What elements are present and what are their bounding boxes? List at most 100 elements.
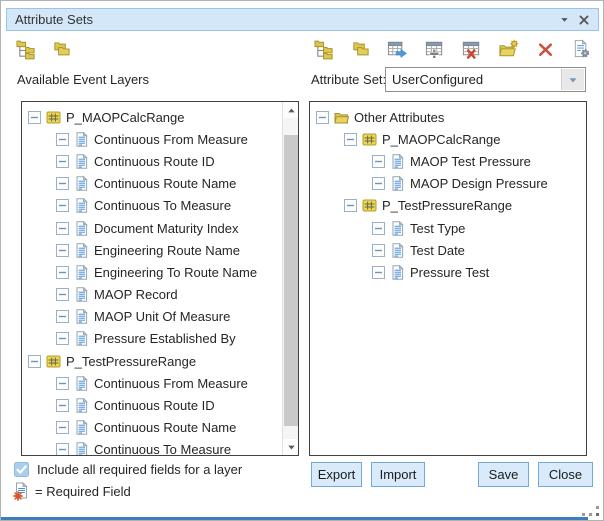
dropdown-arrow-icon[interactable] [561,69,584,90]
field-icon [390,176,405,191]
field-icon [74,398,89,413]
scroll-up-icon[interactable] [283,102,299,118]
expand-event-layers-button[interactable] [15,41,37,63]
tree-item-label: Test Date [410,243,465,258]
collapse-toggle-icon[interactable] [56,199,69,212]
tree-item-label: MAOP Unit Of Measure [94,309,230,324]
layer-icon [362,198,377,213]
delete-attribute-set-button[interactable] [534,41,556,63]
attribute-set-dropdown[interactable]: UserConfigured [385,67,586,92]
field-icon [74,243,89,258]
tree-item[interactable]: Other Attributes [310,106,586,128]
close-icon[interactable] [577,13,591,27]
tree-item-label: Continuous To Measure [94,442,231,456]
tree-item[interactable]: Continuous From Measure [22,372,282,394]
field-icon [74,198,89,213]
field-icon [74,176,89,191]
field-icon [74,309,89,324]
collapse-toggle-icon[interactable] [56,288,69,301]
table-x-icon [461,39,482,65]
tree-item[interactable]: P_TestPressureRange [22,350,282,372]
attribute-set-properties-button[interactable] [571,41,593,63]
tree-item[interactable]: Continuous Route ID [22,394,282,416]
tree-item-label: Document Maturity Index [94,221,239,236]
collapse-toggle-icon[interactable] [344,199,357,212]
available-event-layers-panel[interactable]: P_MAOPCalcRangeContinuous From MeasureCo… [21,101,299,456]
tree-item-label: Continuous Route ID [94,398,215,413]
include-required-fields-checkbox[interactable] [14,462,29,477]
tree-item-label: Continuous To Measure [94,198,231,213]
collapse-toggle-icon[interactable] [56,177,69,190]
tree-item[interactable]: P_TestPressureRange [310,195,586,217]
tree-item[interactable]: Pressure Established By [22,328,282,350]
tree-item[interactable]: Continuous To Measure [22,195,282,217]
scroll-down-icon[interactable] [283,439,299,455]
tree-item[interactable]: MAOP Record [22,284,282,306]
import-button[interactable]: Import [371,462,425,487]
event-layers-toolbar [15,41,72,63]
collapse-toggle-icon[interactable] [28,355,41,368]
field-icon [74,287,89,302]
collapse-toggle-icon[interactable] [372,222,385,235]
scrollbar-thumb[interactable] [284,135,298,426]
tree-item[interactable]: Engineering To Route Name [22,261,282,283]
collapse-toggle-icon[interactable] [372,266,385,279]
collapse-event-layers-button[interactable] [50,41,72,63]
export-button[interactable]: Export [311,462,362,487]
tree-item[interactable]: Test Type [310,217,586,239]
collapse-toggle-icon[interactable] [56,332,69,345]
remove-attribute-table-button[interactable] [460,41,482,63]
tree-item[interactable]: Continuous To Measure [22,439,282,456]
save-button[interactable]: Save [478,462,529,487]
tree-item[interactable]: Continuous Route Name [22,173,282,195]
tree-item[interactable]: P_MAOPCalcRange [22,106,282,128]
attribute-set-panel[interactable]: Other AttributesP_MAOPCalcRangeMAOP Test… [309,101,587,456]
tree-item[interactable]: Continuous Route ID [22,150,282,172]
collapse-toggle-icon[interactable] [56,133,69,146]
tree-item[interactable]: Test Date [310,239,586,261]
collapse-toggle-icon[interactable] [56,155,69,168]
collapse-toggle-icon[interactable] [56,266,69,279]
tree-item[interactable]: Pressure Test [310,261,586,283]
tree-item[interactable]: MAOP Design Pressure [310,173,586,195]
add-attribute-table-button[interactable] [424,41,446,63]
table-plus-icon [424,39,445,65]
collapse-toggle-icon[interactable] [56,399,69,412]
tree-item-label: Continuous Route Name [94,176,236,191]
export-attribute-table-button[interactable] [387,41,409,63]
tree-item[interactable]: Document Maturity Index [22,217,282,239]
expand-tree-icon [16,39,37,65]
tree-item[interactable]: P_MAOPCalcRange [310,128,586,150]
tree-item-label: Engineering Route Name [94,243,240,258]
collapse-dialog-icon[interactable] [557,13,571,27]
collapse-toggle-icon[interactable] [56,222,69,235]
collapse-toggle-icon[interactable] [56,310,69,323]
field-icon [390,243,405,258]
new-attribute-set-folder-button[interactable] [497,41,519,63]
expand-attribute-set-button[interactable] [313,41,335,63]
collapse-toggle-icon[interactable] [372,177,385,190]
collapse-toggle-icon[interactable] [56,443,69,456]
collapse-toggle-icon[interactable] [344,133,357,146]
field-icon [390,221,405,236]
collapse-toggle-icon[interactable] [56,421,69,434]
titlebar[interactable]: Attribute Sets [6,8,599,31]
collapse-toggle-icon[interactable] [372,155,385,168]
tree-item[interactable]: Continuous Route Name [22,417,282,439]
collapse-toggle-icon[interactable] [56,244,69,257]
tree-item[interactable]: MAOP Test Pressure [310,150,586,172]
resize-grip[interactable] [582,501,600,517]
field-icon [74,132,89,147]
collapse-toggle-icon[interactable] [316,111,329,124]
tree-item[interactable]: MAOP Unit Of Measure [22,306,282,328]
vertical-scrollbar[interactable] [282,102,298,455]
collapse-attribute-set-button[interactable] [350,41,372,63]
available-event-layers-heading: Available Event Layers [17,72,149,87]
tree-item[interactable]: Continuous From Measure [22,128,282,150]
collapse-toggle-icon[interactable] [372,244,385,257]
close-button[interactable]: Close [538,462,593,487]
event-layers-tree: P_MAOPCalcRangeContinuous From MeasureCo… [22,106,282,456]
collapse-toggle-icon[interactable] [28,111,41,124]
collapse-toggle-icon[interactable] [56,377,69,390]
tree-item[interactable]: Engineering Route Name [22,239,282,261]
